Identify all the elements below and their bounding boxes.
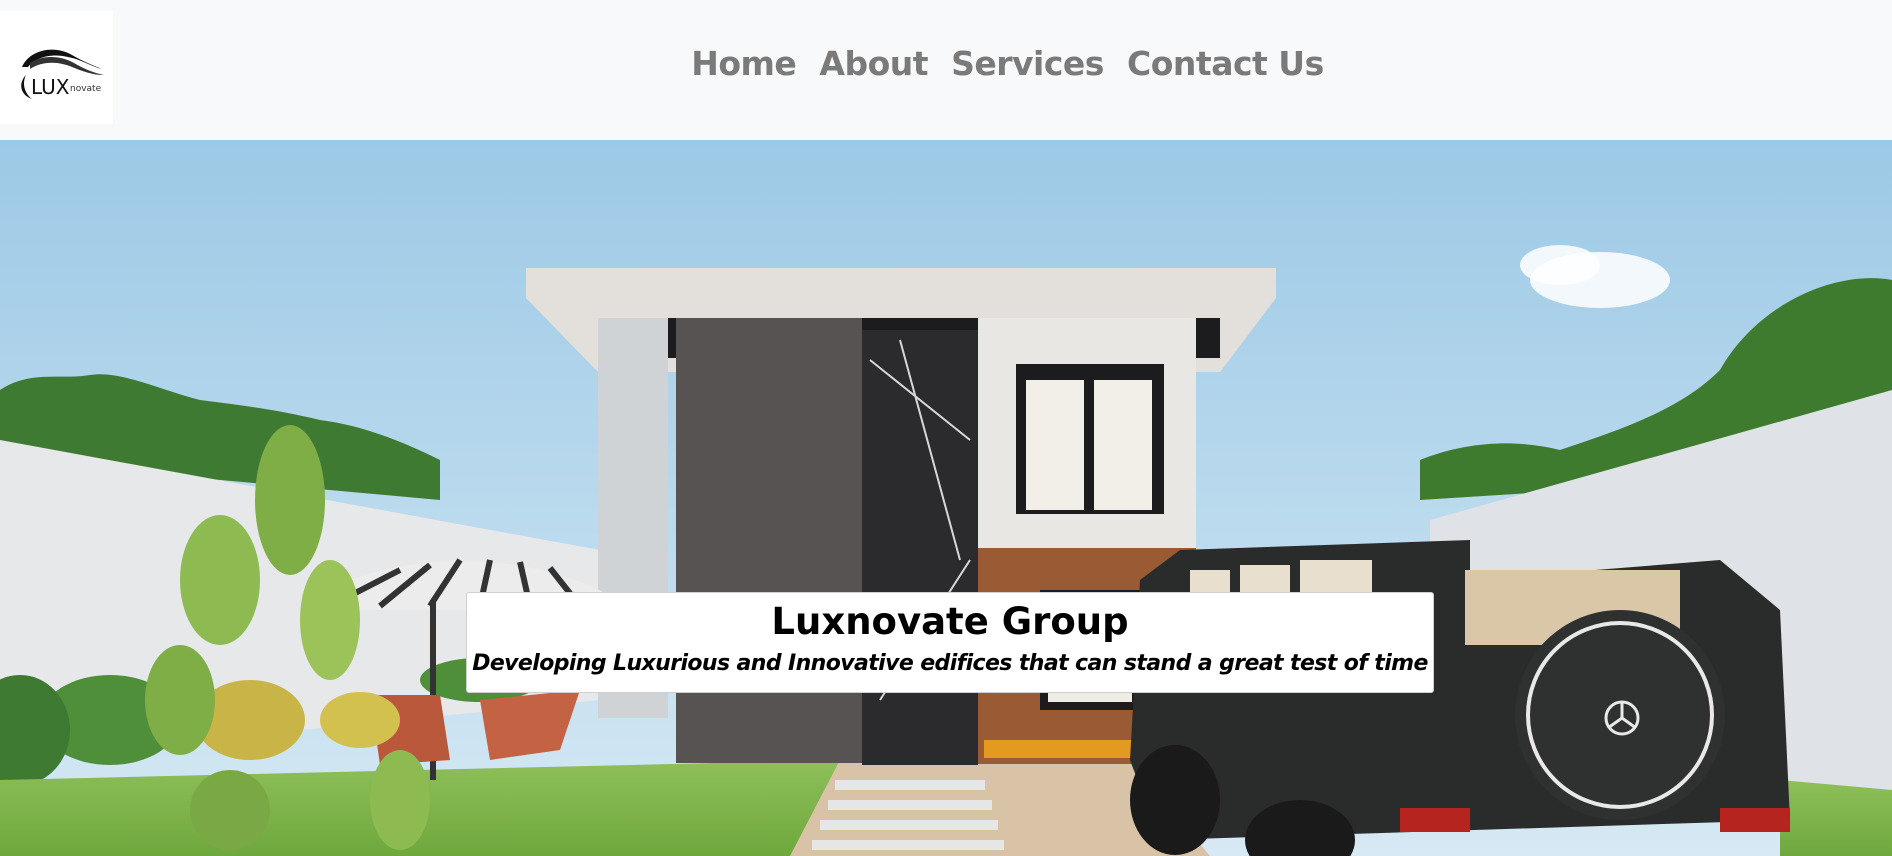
- hero-subtitle: Developing Luxurious and Innovative edif…: [472, 651, 1428, 676]
- hero-caption: Luxnovate Group Developing Luxurious and…: [466, 592, 1434, 693]
- nav-about-link[interactable]: About: [819, 44, 928, 83]
- hero-title: Luxnovate Group: [771, 600, 1129, 643]
- logo-text-sub: novate: [70, 84, 102, 94]
- main-nav: Home About Services Contact Us: [0, 44, 1892, 83]
- hero-house-image: [0, 140, 1892, 856]
- nav-contact-link[interactable]: Contact Us: [1127, 44, 1324, 83]
- nav-home-link[interactable]: Home: [691, 44, 797, 83]
- nav-services-link[interactable]: Services: [951, 44, 1104, 83]
- navbar: LUX novate Home About Services Contact U…: [0, 0, 1892, 140]
- hero-banner: Luxnovate Group Developing Luxurious and…: [0, 140, 1892, 856]
